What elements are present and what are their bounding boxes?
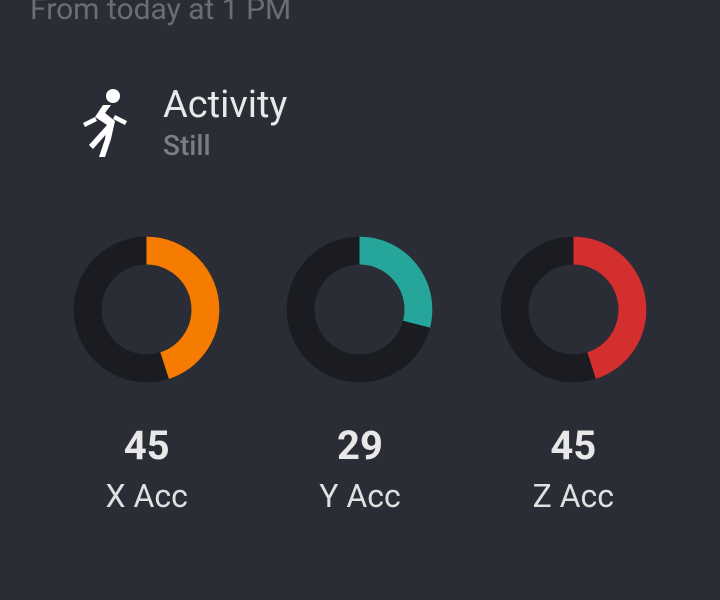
activity-title: Activity [163,85,287,127]
running-person-icon [75,87,133,159]
gauge-y-acc: 29 Y Acc [282,232,437,515]
gauge-ring-y [282,232,437,387]
gauge-label-y: Y Acc [319,477,401,515]
gauge-x-acc: 45 X Acc [69,232,224,515]
gauge-ring-x [69,232,224,387]
gauges-row: 45 X Acc 29 Y Acc 45 Z Acc [0,162,720,515]
activity-text-block: Activity Still [163,85,287,162]
activity-status: Still [163,129,287,162]
gauge-label-x: X Acc [105,477,187,515]
gauge-value-x: 45 [124,422,170,469]
gauge-z-acc: 45 Z Acc [496,232,651,515]
gauge-value-y: 29 [337,422,383,469]
gauge-value-z: 45 [550,422,596,469]
timestamp-text: From today at 1 PM [30,0,291,27]
gauge-ring-z [496,232,651,387]
gauge-label-z: Z Acc [533,477,614,515]
